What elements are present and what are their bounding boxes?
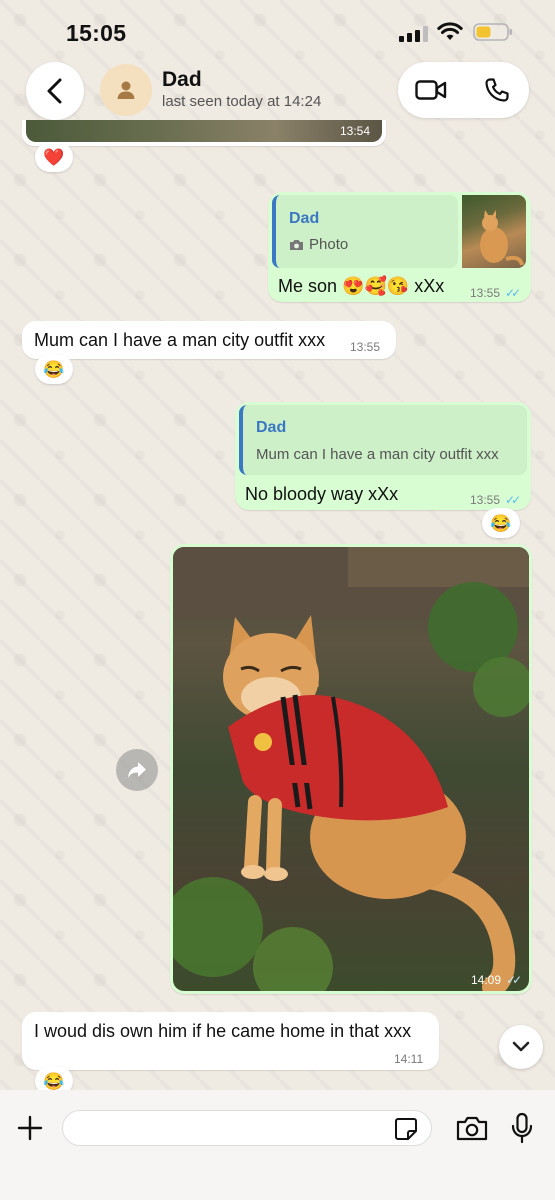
sticker-button[interactable] [394, 1117, 418, 1141]
quoted-photo-thumbnail [462, 195, 526, 268]
cellular-signal-icon [399, 26, 428, 42]
message-input[interactable] [62, 1110, 432, 1146]
chevron-left-icon [47, 78, 62, 104]
attach-button[interactable] [14, 1112, 46, 1144]
quoted-author: Dad [289, 210, 320, 227]
message-time: 13:55 [350, 340, 381, 354]
cat-photo[interactable]: 14:09 ✓✓ [173, 547, 529, 991]
wifi-icon [437, 22, 463, 40]
message-text: Me son 😍🥰😘 xXx [278, 276, 445, 296]
read-receipt-icon: ✓✓ [505, 286, 521, 300]
quoted-text: Mum can I have a man city outfit xxx [256, 446, 499, 463]
reaction-badge[interactable]: 😂 [482, 508, 520, 538]
quoted-author: Dad [256, 419, 287, 436]
message-time: 14:11 [394, 1052, 424, 1066]
plus-icon [17, 1115, 43, 1141]
reaction-badge[interactable]: 😂 [35, 354, 73, 384]
reaction-badge[interactable]: ❤️ [35, 142, 73, 172]
sticker-icon [395, 1118, 417, 1140]
scroll-to-bottom-button[interactable] [499, 1025, 543, 1069]
message-text: No bloody way xXx [245, 484, 399, 504]
status-time: 15:05 [66, 20, 127, 46]
forward-icon [128, 762, 146, 778]
camera-button[interactable] [456, 1114, 488, 1142]
video-camera-icon [415, 80, 447, 100]
outgoing-message[interactable]: Dad Photo Me son 😍🥰😘 xXx 13:55 ✓✓ [268, 192, 531, 302]
back-button[interactable] [26, 62, 84, 120]
call-actions [398, 62, 529, 118]
status-bar: 15:05 [0, 0, 555, 60]
quoted-message[interactable]: Dad Mum can I have a man city outfit xxx [239, 405, 527, 475]
camera-icon [456, 1116, 488, 1141]
chevron-down-icon [512, 1041, 530, 1052]
composer-bar [0, 1090, 555, 1200]
microphone-button[interactable] [508, 1111, 536, 1145]
read-receipt-icon: ✓✓ [505, 493, 521, 507]
message-time: 13:55 ✓✓ [470, 493, 521, 507]
video-call-button[interactable] [414, 76, 448, 104]
camera-icon [290, 239, 303, 250]
quoted-text: Photo [309, 236, 349, 253]
message-time: 14:09 ✓✓ [471, 973, 522, 987]
incoming-message[interactable]: Mum can I have a man city outfit xxx 13:… [22, 321, 396, 359]
outgoing-photo-message[interactable]: 14:09 ✓✓ [170, 544, 532, 994]
message-time: 13:55 ✓✓ [470, 286, 521, 300]
contact-last-seen: last seen today at 14:24 [162, 93, 322, 110]
voice-call-button[interactable] [482, 76, 512, 104]
message-text: I woud dis own him if he came home in th… [34, 1021, 412, 1041]
photo-thumbnail[interactable] [26, 120, 382, 142]
read-receipt-icon: ✓✓ [506, 973, 522, 987]
battery-icon [473, 23, 512, 41]
microphone-icon [511, 1112, 533, 1144]
quoted-message[interactable]: Dad Photo [272, 195, 458, 268]
incoming-photo-message[interactable]: 13:54 [22, 120, 386, 146]
incoming-message[interactable]: I woud dis own him if he came home in th… [22, 1012, 439, 1070]
phone-icon [485, 78, 509, 102]
outgoing-message[interactable]: Dad Mum can I have a man city outfit xxx… [235, 402, 531, 510]
avatar[interactable] [100, 64, 152, 116]
message-time: 13:54 [340, 124, 371, 138]
contact-name[interactable]: Dad [162, 68, 202, 92]
message-text: Mum can I have a man city outfit xxx [34, 330, 326, 350]
person-icon [117, 81, 135, 99]
forward-button[interactable] [116, 749, 158, 791]
